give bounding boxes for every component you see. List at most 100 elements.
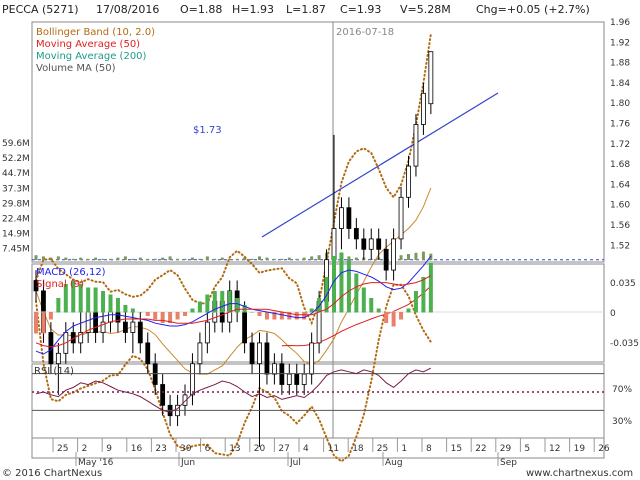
x-tick-label: 1 xyxy=(401,444,407,454)
volume-bar xyxy=(176,258,180,260)
candle-body xyxy=(242,311,248,344)
macd-histogram-bar xyxy=(197,301,202,313)
candlesticks xyxy=(33,51,434,447)
rsi-tick-label: 70% xyxy=(612,385,632,395)
volume-bar xyxy=(101,258,105,260)
macd-histogram-bar xyxy=(294,312,299,320)
volume-bar xyxy=(414,252,418,260)
macd-histogram-bar xyxy=(145,312,150,316)
volume-bar xyxy=(205,256,209,260)
macd-histogram-bar xyxy=(376,308,381,313)
volume-bar xyxy=(94,257,98,260)
x-tick-label: 15 xyxy=(451,444,462,454)
price-tick-label: 1.52 xyxy=(610,241,630,251)
volume-bar xyxy=(168,256,172,260)
price-tick-label: 1.84 xyxy=(610,79,630,89)
macd-histogram-bar xyxy=(56,298,61,313)
rsi-label: RSI (14) xyxy=(34,366,74,377)
volume-bar xyxy=(71,258,75,260)
volume-bar xyxy=(56,256,60,260)
legend-ma200-label: Moving Average (200) xyxy=(36,51,147,62)
x-tick-label: 16 xyxy=(131,444,143,454)
month-label: Sep xyxy=(500,458,517,468)
x-tick-label: 25 xyxy=(57,444,68,454)
candle-body xyxy=(294,373,300,385)
month-label: Jul xyxy=(289,458,301,468)
volume-bar xyxy=(354,257,358,260)
volume-bar xyxy=(302,257,306,260)
macd-histogram-bar xyxy=(384,312,389,323)
macd-histogram-bar xyxy=(250,312,255,313)
volume-bar xyxy=(146,258,150,260)
volume-bar xyxy=(235,258,239,260)
candle-body xyxy=(123,321,128,333)
candle-body xyxy=(137,321,143,344)
trend-line xyxy=(261,92,499,238)
macd-histogram-bar xyxy=(115,298,120,313)
candle-body xyxy=(286,373,292,385)
candle-body xyxy=(93,311,98,333)
x-tick-label: 22 xyxy=(475,444,486,454)
x-tick-label: 18 xyxy=(352,444,364,454)
candle-body xyxy=(257,342,262,365)
volume-bar xyxy=(198,258,202,260)
x-tick-label: 25 xyxy=(377,444,388,454)
volume-tick-label: 44.7M xyxy=(2,169,30,179)
volume-bar xyxy=(161,257,165,260)
price-tick-label: 1.72 xyxy=(610,140,630,150)
volume-bar xyxy=(109,258,112,260)
month-label: Aug xyxy=(385,458,403,468)
macd-histogram-bar xyxy=(153,312,158,320)
volume-bar xyxy=(153,258,157,260)
price-tick-label: 1.60 xyxy=(610,201,630,211)
macd-histogram-bar xyxy=(235,298,240,313)
macd-tick-label: 0 xyxy=(610,309,616,319)
candle-body xyxy=(346,207,352,229)
candle-body xyxy=(353,228,359,240)
volume-bar xyxy=(138,257,142,260)
price-tick-label: 1.96 xyxy=(610,18,630,28)
price-tick-label: 1.92 xyxy=(610,38,630,48)
price-tick-label: 1.76 xyxy=(610,120,630,130)
candle-body xyxy=(108,311,113,323)
candle-body xyxy=(55,352,61,365)
candle-body xyxy=(339,207,344,229)
legend-ma50-label: Moving Average (50) xyxy=(36,39,141,50)
macd-histogram-bar xyxy=(183,312,187,316)
site-link[interactable]: www.chartnexus.com xyxy=(526,468,633,479)
panel-frame xyxy=(31,437,605,459)
volume-bar xyxy=(399,255,403,260)
candle-body xyxy=(249,342,255,365)
candle-body xyxy=(428,51,434,105)
candle-body xyxy=(301,373,307,385)
macd-histogram-bar xyxy=(160,312,165,323)
candle-body xyxy=(420,92,426,125)
legend-bollinger: Bollinger Band (10, 2.0) xyxy=(36,27,155,38)
candle-body xyxy=(331,228,337,261)
macd-tick-label: -0.035 xyxy=(610,339,639,349)
candle-body xyxy=(197,342,203,365)
x-tick-label: 2 xyxy=(82,444,88,454)
volume-bar xyxy=(213,258,217,260)
candle-body xyxy=(160,384,166,406)
volume-bar xyxy=(280,258,284,260)
x-tick-label: 8 xyxy=(426,444,432,454)
x-tick-label: 27 xyxy=(278,444,289,454)
legend-signal-label: Signal (9) xyxy=(36,279,85,290)
volume-bar xyxy=(131,258,135,260)
price-tick-label: 1.56 xyxy=(610,221,630,231)
macd-histogram-bar xyxy=(93,287,98,313)
macd-histogram-bar xyxy=(413,291,418,313)
macd-histogram-bar xyxy=(130,308,135,313)
copyright-text: © 2016 ChartNexus xyxy=(2,468,103,479)
volume-bar xyxy=(220,257,224,260)
macd-histogram-bar xyxy=(175,312,180,320)
candle-body xyxy=(391,238,397,271)
x-tick-label: 20 xyxy=(254,444,266,454)
candle-body xyxy=(271,363,277,375)
x-tick-label: 5 xyxy=(524,444,530,454)
volume-tick-label: 59.6M xyxy=(2,139,30,149)
volume-bar xyxy=(250,258,254,260)
macd-histogram-bar xyxy=(108,294,113,313)
date-marker-label: 2016-07-18 xyxy=(336,27,395,38)
